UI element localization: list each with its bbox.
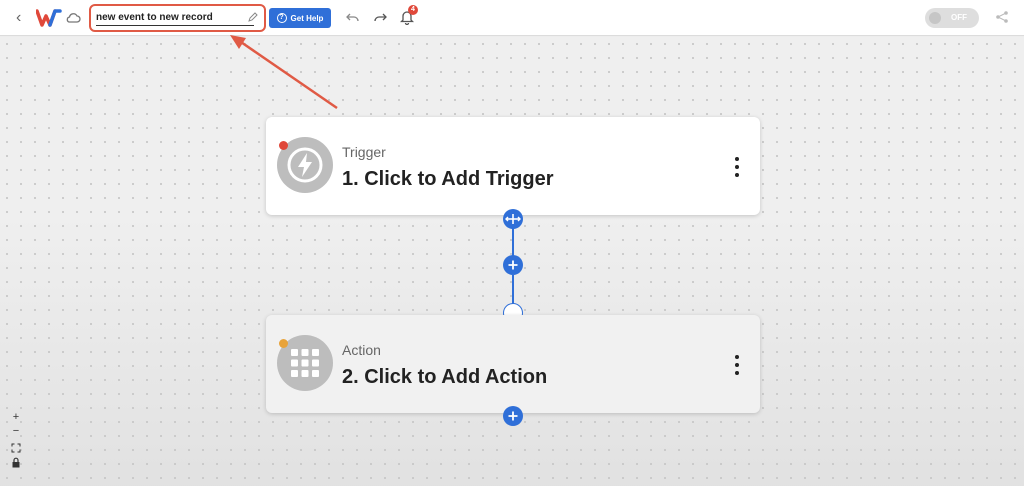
workflow-name-highlight <box>89 4 266 32</box>
trigger-node[interactable]: Trigger 1. Click to Add Trigger <box>266 117 760 215</box>
add-step-button[interactable] <box>503 255 523 275</box>
workflow-active-toggle[interactable]: OFF <box>925 8 979 28</box>
plus-icon <box>508 411 518 421</box>
connector-line-top <box>512 226 514 256</box>
action-title[interactable]: 2. Click to Add Action <box>342 366 547 389</box>
share-icon[interactable] <box>995 10 1009 24</box>
workflow-name-input[interactable] <box>96 10 254 26</box>
action-status-dot <box>279 339 288 348</box>
help-circle-icon: ? <box>276 13 287 23</box>
lock-icon[interactable] <box>11 457 21 468</box>
action-node[interactable]: Action 2. Click to Add Action <box>266 315 760 413</box>
undo-icon[interactable] <box>346 10 360 24</box>
annotation-arrow <box>230 35 338 110</box>
get-help-button[interactable]: ? Get Help <box>269 8 331 28</box>
plus-icon <box>508 260 518 270</box>
cloud-sync-icon[interactable] <box>65 10 81 26</box>
trigger-more-icon[interactable] <box>733 157 741 177</box>
action-more-icon[interactable] <box>733 355 741 375</box>
app-grid-icon <box>291 349 319 377</box>
zoom-in-button[interactable]: + <box>10 411 22 423</box>
pencil-icon[interactable] <box>248 12 258 22</box>
get-help-label: Get Help <box>290 13 324 23</box>
app-logo-icon[interactable] <box>36 9 62 27</box>
trigger-status-dot <box>279 141 288 150</box>
add-step-button-bottom[interactable] <box>503 406 523 426</box>
trigger-title[interactable]: 1. Click to Add Trigger <box>342 168 554 191</box>
route-button[interactable] <box>503 209 523 229</box>
fit-view-icon[interactable] <box>11 443 21 453</box>
action-type-label: Action <box>342 342 381 358</box>
top-toolbar: ‹ ? Get Help 4 OFF <box>0 0 1024 36</box>
trigger-type-label: Trigger <box>342 144 386 160</box>
split-arrows-icon <box>505 214 521 224</box>
toggle-knob <box>929 12 941 24</box>
back-chevron-icon[interactable]: ‹ <box>16 9 28 27</box>
zoom-out-button[interactable]: − <box>10 425 22 437</box>
toggle-label: OFF <box>951 13 967 22</box>
notification-badge: 4 <box>408 5 418 15</box>
lightning-icon <box>287 147 323 183</box>
redo-icon[interactable] <box>373 10 387 24</box>
connector-line-bottom <box>512 275 514 305</box>
